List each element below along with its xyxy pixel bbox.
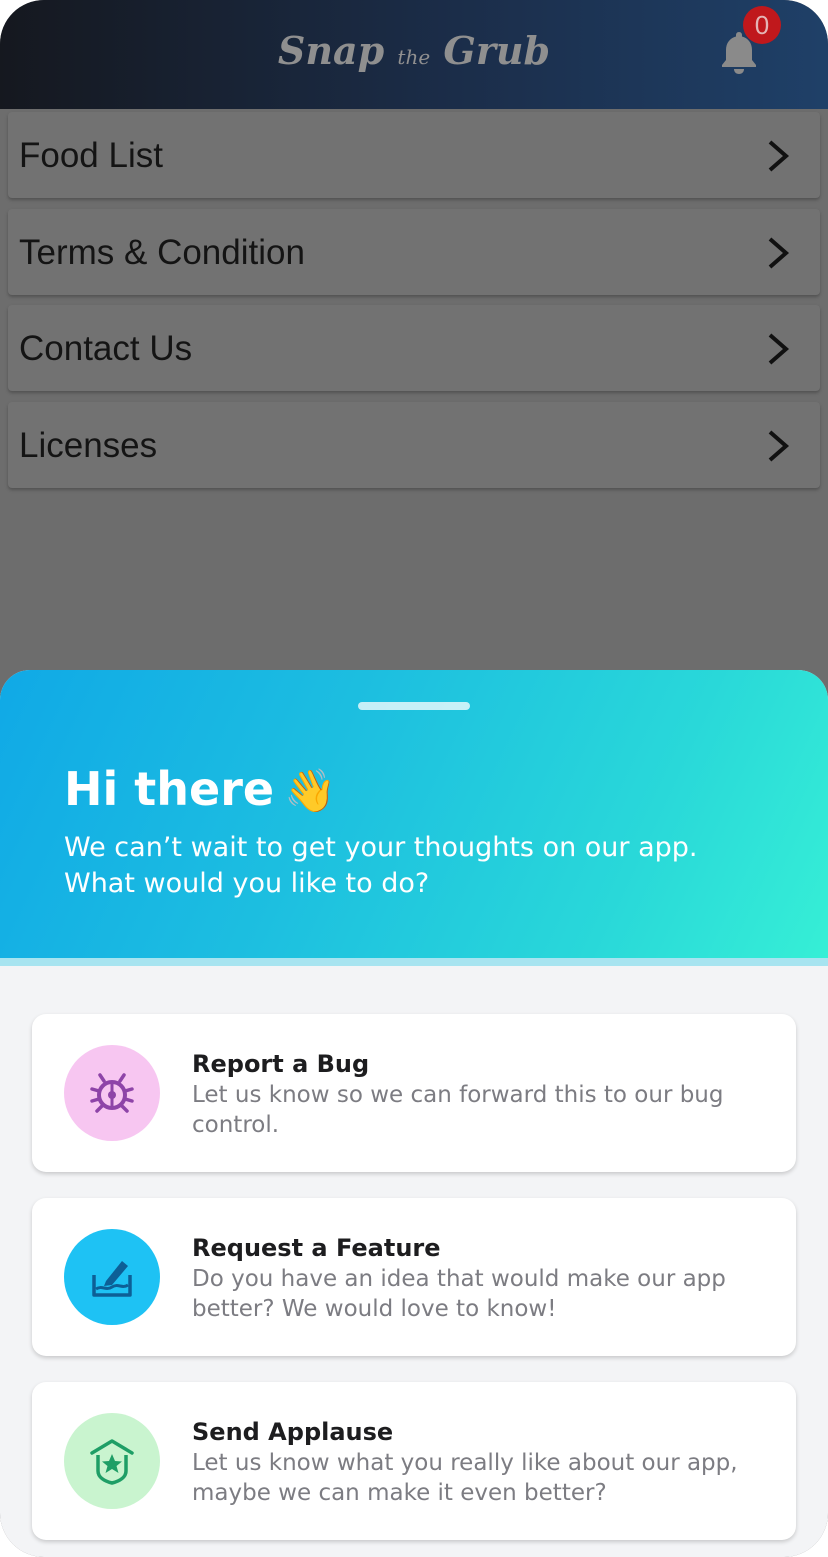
menu-item-food-list[interactable]: Food List: [8, 112, 820, 198]
menu-item-terms[interactable]: Terms & Condition: [8, 209, 820, 295]
chevron-right-icon: [768, 140, 790, 172]
chevron-right-icon: [768, 237, 790, 269]
option-title: Send Applause: [192, 1418, 394, 1446]
option-description: Let us know what you really like about o…: [192, 1450, 738, 1506]
sheet-title-text: Hi there: [64, 762, 275, 816]
option-title: Request a Feature: [192, 1234, 441, 1262]
notification-badge: 0: [743, 6, 781, 44]
report-bug-option[interactable]: Report a Bug Let us know so we can forwa…: [32, 1014, 796, 1172]
send-applause-option[interactable]: Send Applause Let us know what you reall…: [32, 1382, 796, 1540]
bug-icon-badge: [64, 1045, 160, 1141]
sheet-title: Hi there 👋: [64, 762, 336, 816]
menu-item-licenses[interactable]: Licenses: [8, 402, 820, 488]
menu-item-label: Terms & Condition: [19, 233, 305, 272]
drag-handle[interactable]: [358, 702, 470, 710]
sheet-hero: Hi there 👋 We can’t wait to get your thou…: [0, 670, 828, 958]
applause-star-icon: [90, 1439, 134, 1485]
hero-divider: [0, 958, 828, 966]
logo-word-grub: Grub: [443, 28, 551, 73]
app-logo: Snap the Grub: [0, 28, 828, 73]
feature-icon-badge: [64, 1229, 160, 1325]
feedback-bottom-sheet: Hi there 👋 We can’t wait to get your thou…: [0, 670, 828, 1557]
sheet-subtitle-line: What would you like to do?: [64, 868, 430, 899]
bug-icon: [90, 1073, 134, 1113]
logo-word-snap: Snap: [277, 28, 385, 73]
menu-item-label: Food List: [19, 136, 163, 175]
edit-feature-icon: [92, 1261, 132, 1297]
app-screen: Snap the Grub 0 Food List Terms & Condit…: [0, 0, 828, 1557]
request-feature-option[interactable]: Request a Feature Do you have an idea th…: [32, 1198, 796, 1356]
sheet-subtitle-line: We can’t wait to get your thoughts on ou…: [64, 832, 698, 863]
menu-item-label: Licenses: [19, 426, 158, 465]
waving-hand-icon: 👋: [284, 766, 337, 815]
app-header: Snap the Grub 0: [0, 0, 828, 109]
option-description: Let us know so we can forward this to ou…: [192, 1082, 724, 1138]
applause-icon-badge: [64, 1413, 160, 1509]
option-title: Report a Bug: [192, 1050, 370, 1078]
chevron-right-icon: [768, 333, 790, 365]
menu-item-label: Contact Us: [19, 329, 193, 368]
chevron-right-icon: [768, 430, 790, 462]
menu-item-contact-us[interactable]: Contact Us: [8, 305, 820, 391]
option-description: Do you have an idea that would make our …: [192, 1266, 726, 1322]
logo-word-the: the: [397, 45, 431, 69]
sheet-subtitle: We can’t wait to get your thoughts on ou…: [64, 830, 784, 902]
